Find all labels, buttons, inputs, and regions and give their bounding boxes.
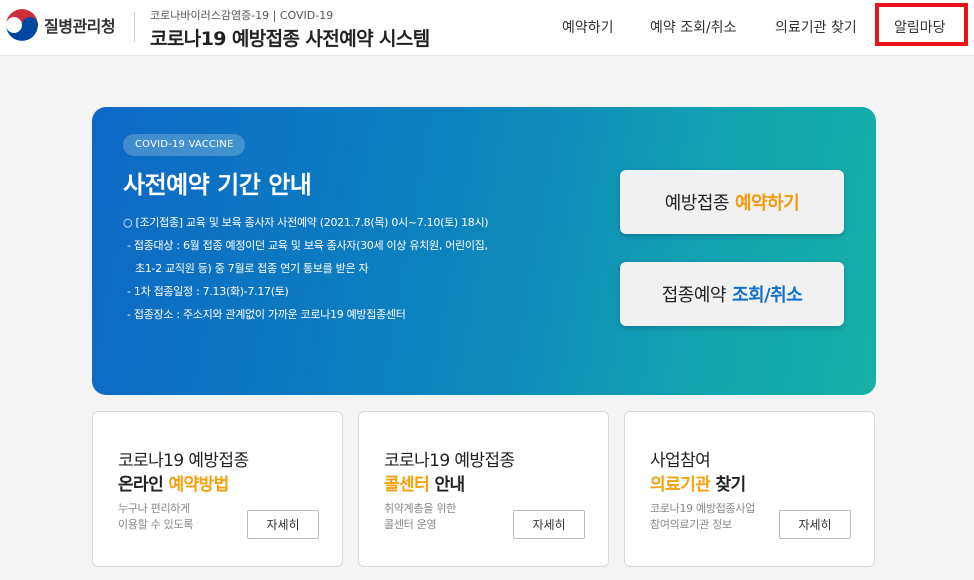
- cta-lookup-prefix: 접종예약: [661, 285, 727, 306]
- card-call-center: 코로나19 예방접종 콜센터 안내 취약계층을 위한 콜센터 운영 자세히: [358, 411, 609, 567]
- card-subheading-accent: 의료기관: [650, 475, 711, 495]
- site-subtitle: 코로나바이러스감염증-19 | COVID-19: [150, 9, 334, 22]
- card-subheading-accent: 예약방법: [168, 475, 229, 495]
- org-name[interactable]: 질병관리청: [44, 13, 116, 37]
- banner-line: ○ [조기접종] 교육 및 보육 종사자 사전예약 (2021.7.8(목) 0…: [123, 216, 489, 229]
- card-subheading-plain: 온라인: [118, 475, 169, 495]
- card-find-clinic: 사업참여 의료기관 찾기 코로나19 예방접종사업 참여의료기관 정보 자세히: [624, 411, 875, 567]
- nav-reserve[interactable]: 예약하기: [562, 17, 614, 37]
- details-button[interactable]: 자세히: [247, 510, 319, 539]
- details-button[interactable]: 자세히: [779, 510, 851, 539]
- card-subheading-tail: 찾기: [710, 475, 746, 495]
- reservation-banner: COVID-19 VACCINE 사전예약 기간 안내 ○ [조기접종] 교육 …: [92, 107, 876, 395]
- card-desc-line: 콜센터 운영: [384, 518, 437, 531]
- banner-title: 사전예약 기간 안내: [123, 171, 312, 199]
- cta-reserve-prefix: 예방접종: [664, 193, 730, 214]
- cta-reserve-highlight: 예약하기: [735, 193, 800, 214]
- card-subheading: 콜센터 안내: [384, 470, 465, 495]
- card-online-reservation: 코로나19 예방접종 온라인 예약방법 누구나 편리하게 이용할 수 있도록 자…: [92, 411, 343, 567]
- card-heading: 코로나19 예방접종: [384, 451, 515, 471]
- card-subheading-accent: 콜센터: [384, 475, 430, 495]
- site-header: 질병관리청 코로나바이러스감염증-19 | COVID-19 코로나19 예방접…: [0, 0, 974, 56]
- banner-line: - 접종대상 : 6월 접종 예정이던 교육 및 보육 종사자(30세 이상 유…: [127, 239, 488, 252]
- government-logo-icon[interactable]: [6, 9, 38, 41]
- card-desc-line: 참여의료기관 정보: [650, 518, 732, 531]
- details-button[interactable]: 자세히: [513, 510, 585, 539]
- card-heading: 코로나19 예방접종: [118, 451, 249, 471]
- header-divider: [134, 12, 135, 42]
- card-heading: 사업참여: [650, 451, 711, 471]
- reserve-vaccination-button[interactable]: 예방접종 예약하기: [620, 170, 844, 234]
- card-desc-line: 코로나19 예방접종사업: [650, 502, 755, 515]
- card-subheading: 의료기관 찾기: [650, 470, 746, 495]
- site-title[interactable]: 코로나19 예방접종 사전예약 시스템: [150, 24, 430, 51]
- banner-line: 초1-2 교직원 등) 중 7월로 접종 연기 통보를 받은 자: [135, 262, 369, 275]
- card-description: 취약계층을 위한 콜센터 운영: [384, 501, 456, 533]
- cta-lookup-highlight: 조회/취소: [731, 285, 803, 306]
- lookup-cancel-button[interactable]: 접종예약 조회/취소: [620, 262, 844, 326]
- nav-find-clinic[interactable]: 의료기관 찾기: [775, 17, 857, 37]
- nav-lookup-cancel[interactable]: 예약 조회/취소: [650, 17, 736, 37]
- card-desc-line: 누구나 편리하게: [118, 502, 190, 515]
- card-description: 코로나19 예방접종사업 참여의료기관 정보: [650, 501, 755, 533]
- highlight-annotation-box: [875, 3, 968, 46]
- card-description: 누구나 편리하게 이용할 수 있도록: [118, 501, 193, 533]
- card-desc-line: 취약계층을 위한: [384, 502, 456, 515]
- card-subheading: 온라인 예약방법: [118, 470, 229, 495]
- banner-info: ○ [조기접종] 교육 및 보육 종사자 사전예약 (2021.7.8(목) 0…: [123, 211, 489, 326]
- vaccine-badge: COVID-19 VACCINE: [123, 134, 246, 156]
- banner-line: - 접종장소 : 주소지와 관계없이 가까운 코로나19 예방접종센터: [127, 308, 406, 321]
- card-desc-line: 이용할 수 있도록: [118, 518, 194, 531]
- banner-line: - 1차 접종일정 : 7.13(화)-7.17(토): [127, 285, 289, 298]
- card-subheading-tail: 안내: [429, 475, 465, 495]
